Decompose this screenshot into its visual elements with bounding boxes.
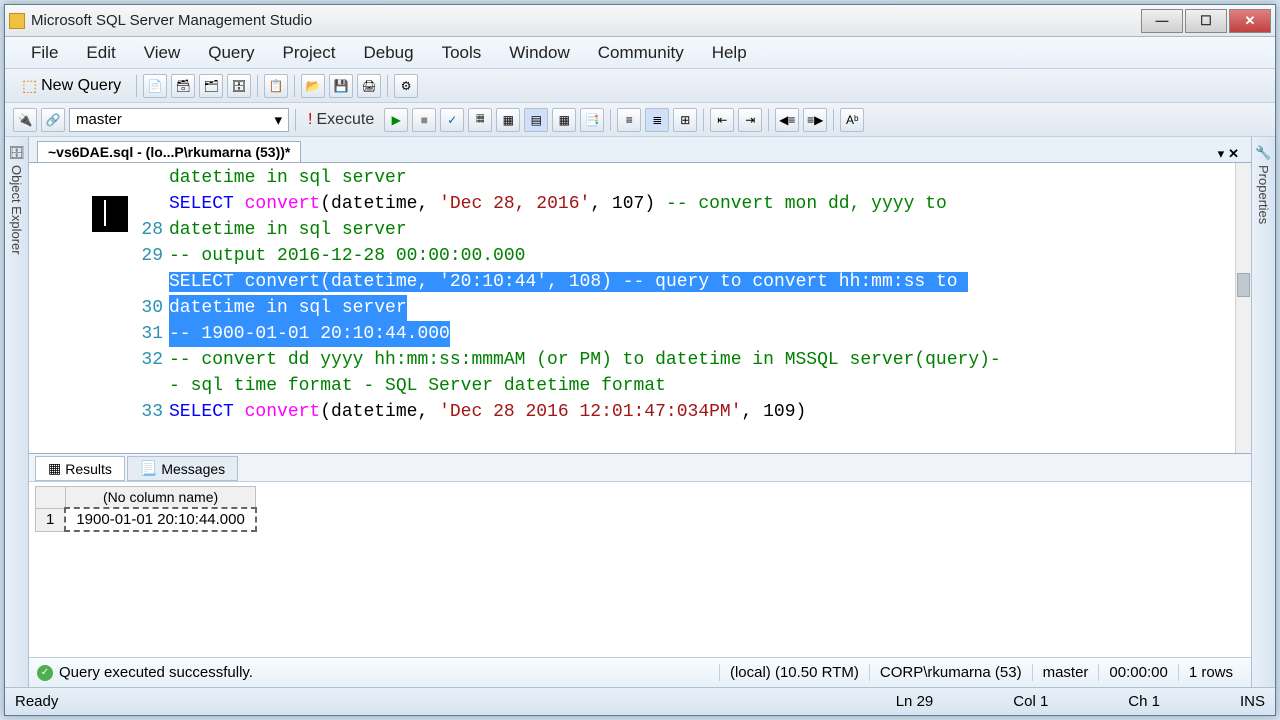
titlebar: Microsoft SQL Server Management Studio —… — [5, 5, 1275, 37]
stop-icon[interactable]: ■ — [412, 108, 436, 132]
actual-plan-icon[interactable]: ⊞ — [673, 108, 697, 132]
new-item-icon[interactable]: 📋 — [264, 74, 288, 98]
status-db: master — [1032, 664, 1099, 681]
menu-community[interactable]: Community — [584, 39, 698, 67]
change-connection-icon[interactable]: 🔗 — [41, 108, 65, 132]
mdx-icon[interactable]: 🗄 — [227, 74, 251, 98]
result-cell[interactable]: 1900-01-01 20:10:44.000 — [65, 508, 255, 531]
database-select[interactable]: master ▾ — [69, 108, 289, 132]
results-grid[interactable]: (No column name) 1 1900-01-01 20:10:44.0… — [29, 482, 1251, 657]
text-cursor-caret — [104, 200, 106, 226]
results-tab[interactable]: ▦ Results — [35, 456, 125, 481]
status-ch: Ch 1 — [1128, 693, 1160, 710]
toolbar-query: 🔌 🔗 master ▾ ! Execute ▶ ■ ✓ 𝄜 ▦ ▤ ▦ 📑 ≡… — [5, 103, 1275, 137]
new-file-icon[interactable]: 📄 — [143, 74, 167, 98]
properties-tab[interactable]: 🔧 Properties — [1251, 137, 1275, 687]
indent-icon[interactable]: ≡▶ — [803, 108, 827, 132]
code-area[interactable]: datetime in sql serverSELECT convert(dat… — [169, 163, 1235, 453]
text-cursor-block — [92, 196, 128, 232]
save-icon[interactable]: 💾 — [329, 74, 353, 98]
messages-icon: 📃 — [140, 460, 157, 477]
status-user: CORP\rkumarna (53) — [869, 664, 1032, 681]
menu-tools[interactable]: Tools — [428, 39, 496, 67]
connect-icon[interactable]: 🔌 — [13, 108, 37, 132]
column-header[interactable]: (No column name) — [65, 487, 255, 509]
tab-menu-icon[interactable]: ▾ — [1218, 146, 1225, 162]
main-window: Microsoft SQL Server Management Studio —… — [4, 4, 1276, 716]
messages-tab[interactable]: 📃 Messages — [127, 456, 238, 481]
status-ins: INS — [1240, 693, 1265, 710]
status-ready: Ready — [15, 693, 58, 710]
menu-help[interactable]: Help — [698, 39, 761, 67]
document-tab[interactable]: ~vs6DAE.sql - (lo...P\rkumarna (53))* — [37, 141, 301, 162]
execute-warning-icon: ! — [308, 111, 312, 129]
document-tabs: ~vs6DAE.sql - (lo...P\rkumarna (53))* ▾ … — [29, 137, 1251, 163]
main-area: 🗄 Object Explorer ~vs6DAE.sql - (lo...P\… — [5, 137, 1275, 687]
print-icon[interactable]: 🖨 — [357, 74, 381, 98]
outdent-icon[interactable]: ◀≡ — [775, 108, 799, 132]
menu-edit[interactable]: Edit — [72, 39, 129, 67]
debug-icon[interactable]: ▶ — [384, 108, 408, 132]
close-button[interactable]: ✕ — [1229, 9, 1271, 33]
analysis-icon[interactable]: 🗂 — [199, 74, 223, 98]
tab-close-icon[interactable]: ✕ — [1228, 146, 1239, 162]
specify-values-icon[interactable]: Aᵇ — [840, 108, 864, 132]
sql-editor[interactable]: 2829 303132 33 datetime in sql serverSEL… — [29, 163, 1251, 453]
results-pane: ▦ Results 📃 Messages (No column name) 1 … — [29, 453, 1251, 687]
status-col: Col 1 — [1013, 693, 1048, 710]
app-statusbar: Ready Ln 29 Col 1 Ch 1 INS — [5, 687, 1275, 715]
object-explorer-tab[interactable]: 🗄 Object Explorer — [5, 137, 29, 687]
menu-query[interactable]: Query — [194, 39, 268, 67]
estimated-plan-icon[interactable]: 𝄜 — [468, 108, 492, 132]
toolbar-main: ⬚ New Query 📄 🗃 🗂 🗄 📋 📂 💾 🖨 ⚙ — [5, 69, 1275, 103]
window-title: Microsoft SQL Server Management Studio — [31, 12, 1141, 29]
parse-icon[interactable]: ✓ — [440, 108, 464, 132]
maximize-button[interactable]: ☐ — [1185, 9, 1227, 33]
grid-icon: ▦ — [48, 460, 61, 477]
menu-file[interactable]: File — [17, 39, 72, 67]
new-query-icon: ⬚ — [22, 76, 37, 96]
editor-scrollbar[interactable] — [1235, 163, 1251, 453]
status-server: (local) (10.50 RTM) — [719, 664, 869, 681]
minimize-button[interactable]: — — [1141, 9, 1183, 33]
status-time: 00:00:00 — [1098, 664, 1177, 681]
increase-indent-icon[interactable]: ⇥ — [738, 108, 762, 132]
menu-debug[interactable]: Debug — [349, 39, 427, 67]
success-icon: ✓ — [37, 665, 53, 681]
table-row: 1 1900-01-01 20:10:44.000 — [36, 508, 256, 531]
results-to-text-icon[interactable]: ▤ — [524, 108, 548, 132]
query-options-icon[interactable]: ▦ — [496, 108, 520, 132]
status-line: Ln 29 — [896, 693, 934, 710]
query-statusbar: ✓ Query executed successfully. (local) (… — [29, 657, 1251, 687]
menu-view[interactable]: View — [130, 39, 195, 67]
menu-project[interactable]: Project — [269, 39, 350, 67]
uncomment-icon[interactable]: ≣ — [645, 108, 669, 132]
db-query-icon[interactable]: 🗃 — [171, 74, 195, 98]
status-rows: 1 rows — [1178, 664, 1243, 681]
content-area: ~vs6DAE.sql - (lo...P\rkumarna (53))* ▾ … — [29, 137, 1251, 687]
app-icon — [9, 13, 25, 29]
status-message: Query executed successfully. — [59, 664, 253, 681]
results-to-file-icon[interactable]: 📑 — [580, 108, 604, 132]
execute-button[interactable]: ! Execute — [302, 109, 380, 131]
activity-icon[interactable]: ⚙ — [394, 74, 418, 98]
menu-window[interactable]: Window — [495, 39, 583, 67]
open-icon[interactable]: 📂 — [301, 74, 325, 98]
comment-icon[interactable]: ≡ — [617, 108, 641, 132]
menubar: File Edit View Query Project Debug Tools… — [5, 37, 1275, 69]
new-query-button[interactable]: ⬚ New Query — [13, 73, 130, 99]
results-to-grid-icon[interactable]: ▦ — [552, 108, 576, 132]
chevron-down-icon: ▾ — [274, 111, 282, 129]
decrease-indent-icon[interactable]: ⇤ — [710, 108, 734, 132]
